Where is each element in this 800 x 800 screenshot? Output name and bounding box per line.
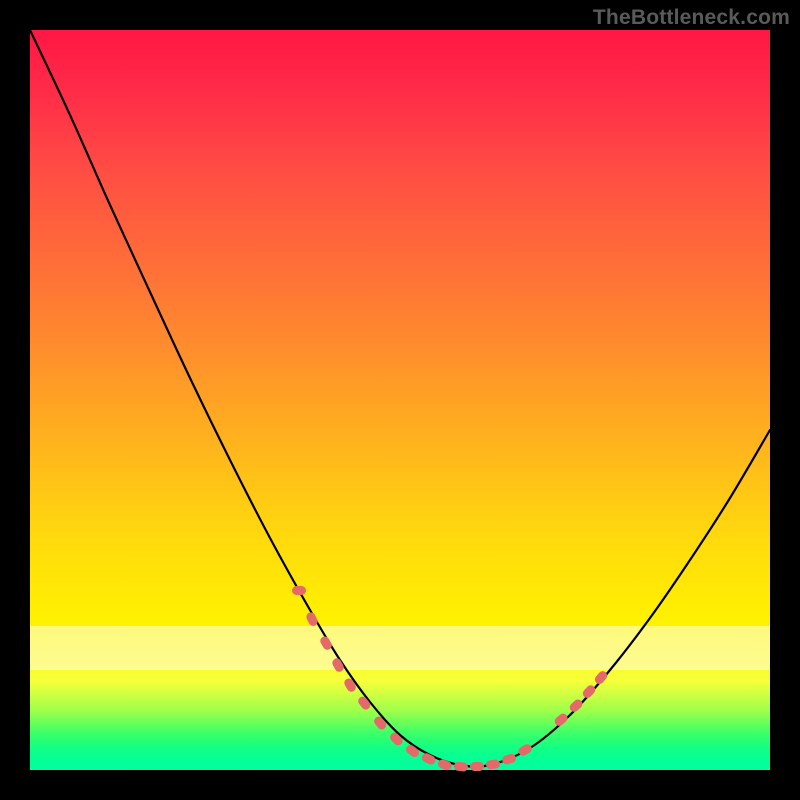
plot-area (30, 30, 770, 770)
chart-frame: TheBottleneck.com (0, 0, 800, 800)
pale-band (30, 626, 770, 670)
highlight-dots (292, 586, 609, 772)
curve-svg (30, 30, 770, 770)
watermark-text: TheBottleneck.com (593, 6, 790, 30)
